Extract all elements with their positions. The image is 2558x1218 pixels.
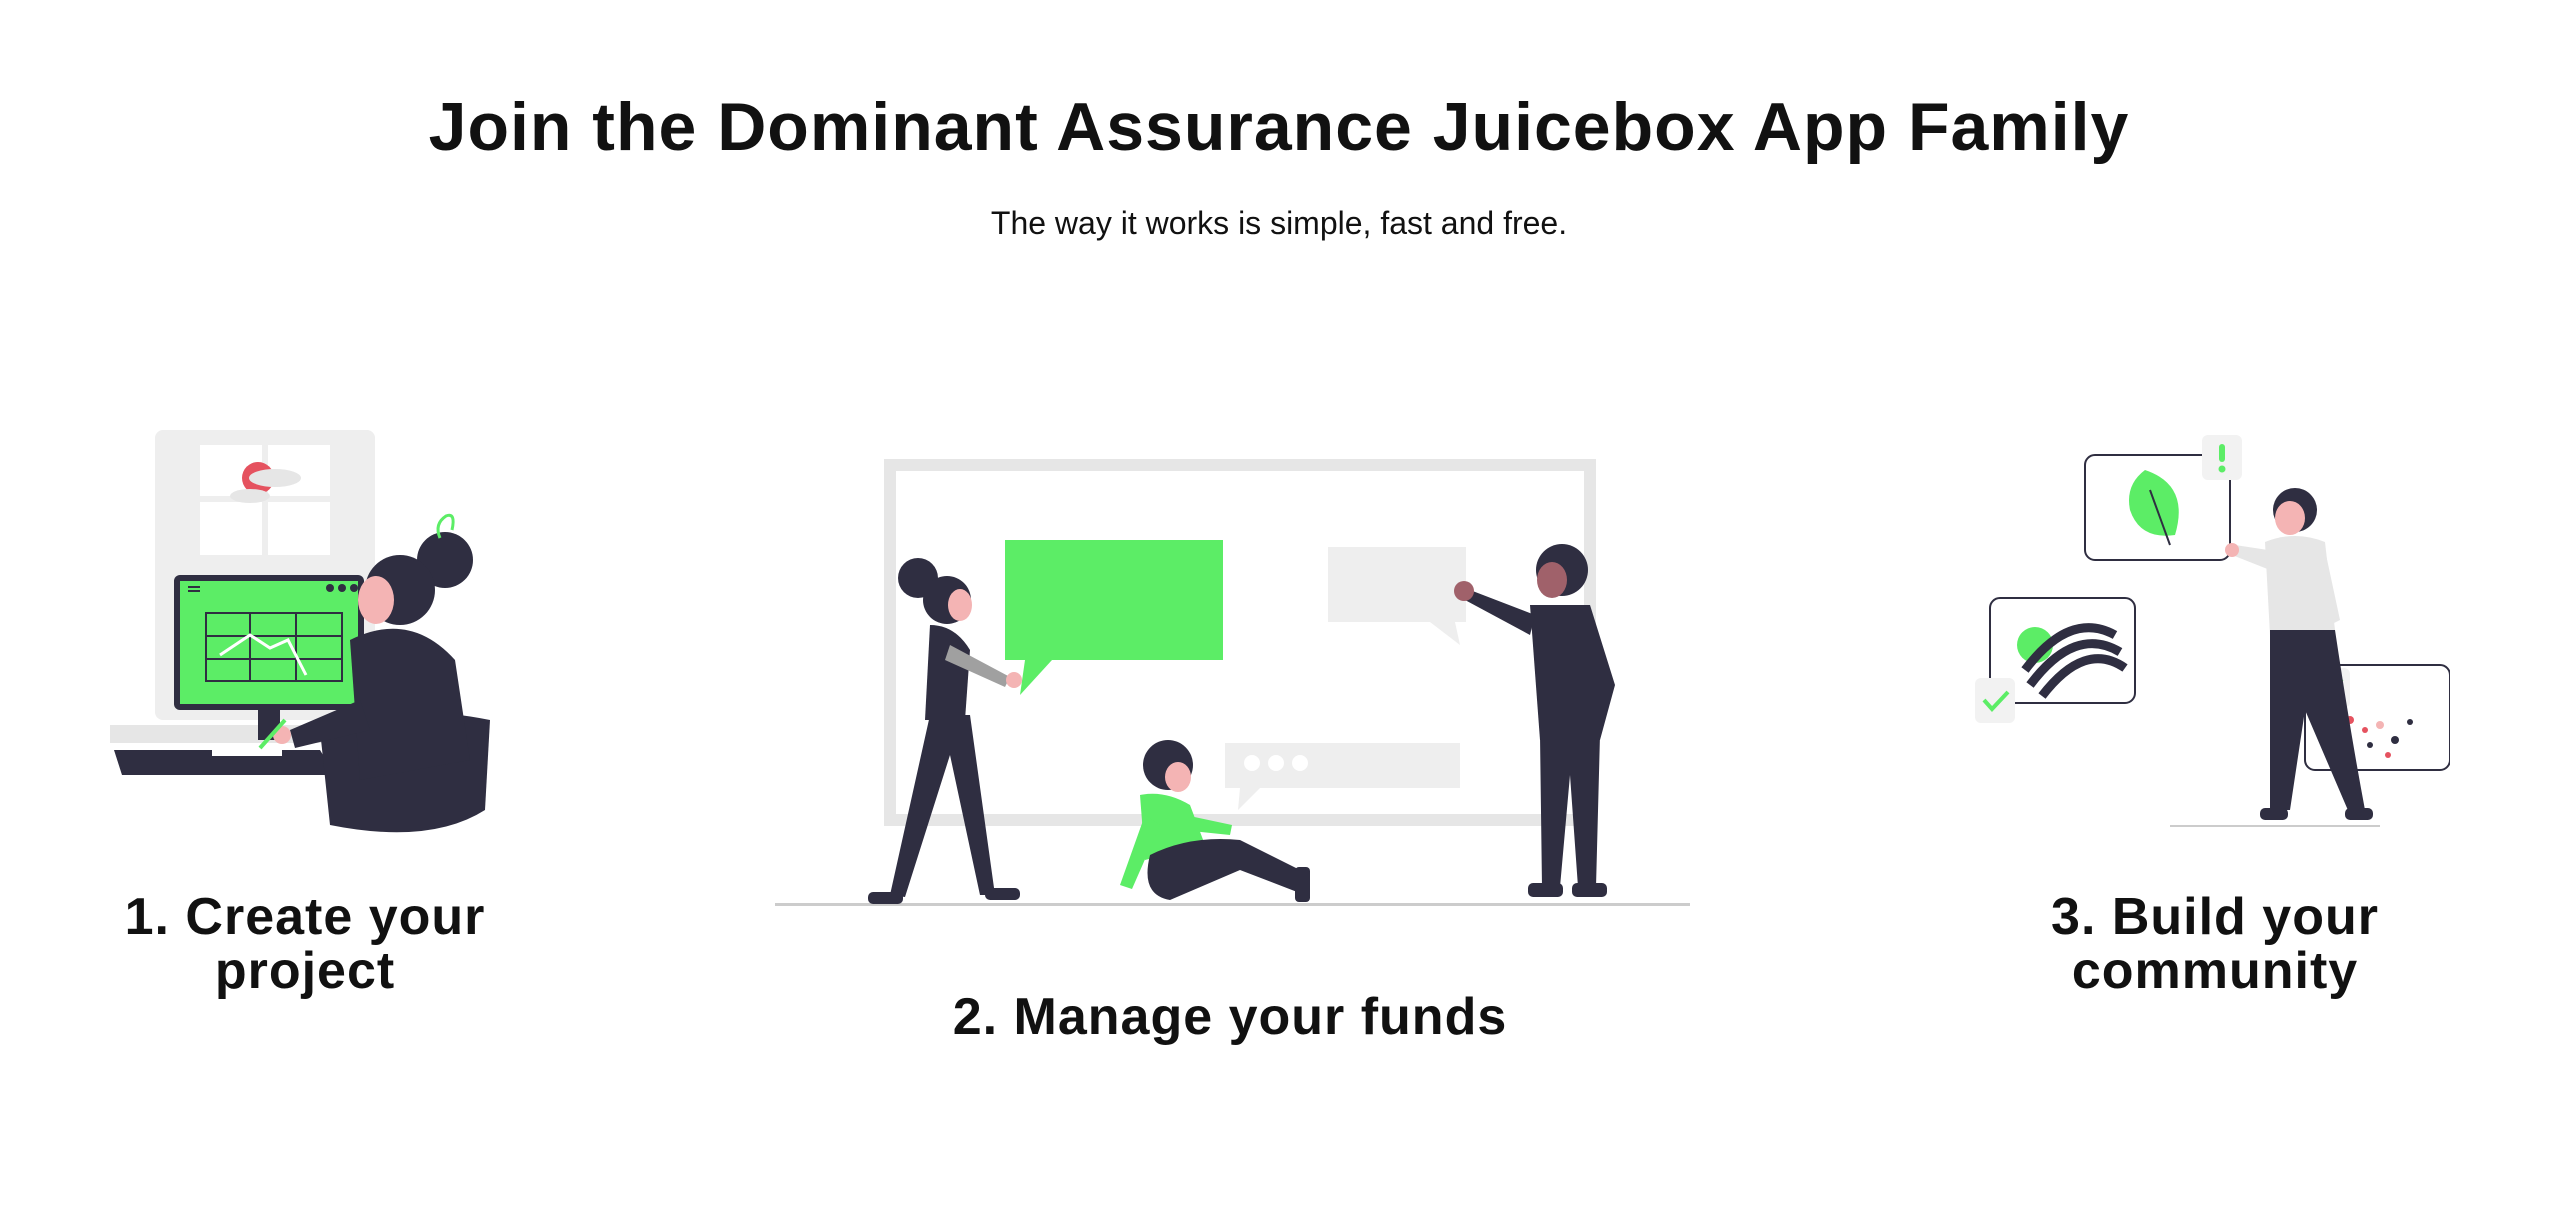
step-1-title: 1. Create your project: [124, 888, 486, 1000]
step-3-title: 3. Build your community: [2051, 888, 2379, 1000]
page-subtitle: The way it works is simple, fast and fre…: [990, 205, 1568, 241]
person-at-computer-illustration: [110, 430, 490, 833]
person-with-floating-cards-illustration: [1975, 435, 2450, 827]
step-2-title: 2. Manage your funds: [952, 988, 1508, 1046]
team-discussion-whiteboard-illustration: [775, 459, 1690, 906]
page-title: Join the Dominant Assurance Juicebox App…: [428, 89, 2130, 165]
